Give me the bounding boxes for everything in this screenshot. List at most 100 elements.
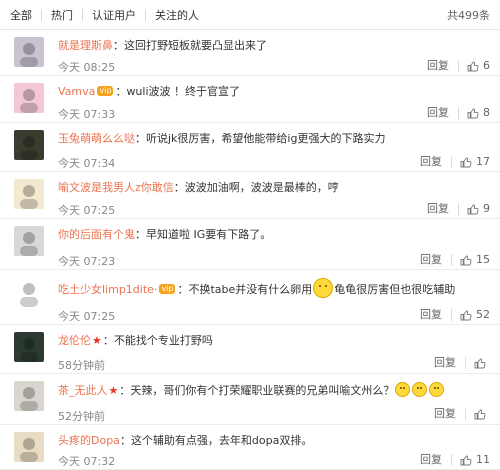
like-count: 15	[476, 253, 490, 266]
reply-button[interactable]: 回复	[434, 357, 466, 369]
avatar[interactable]	[14, 432, 44, 462]
avatar[interactable]	[14, 130, 44, 160]
tab-all[interactable]: 全部	[8, 7, 41, 23]
thumbs-up-icon	[460, 255, 472, 265]
tab-verified-users[interactable]: 认证用户	[83, 7, 145, 23]
comment-text: 波波加油啊，波波是最棒的，哼	[184, 181, 339, 194]
comment-actions: 回复 6	[427, 59, 490, 72]
like-count: 52	[476, 308, 490, 321]
like-button[interactable]: 11	[460, 453, 490, 466]
like-button[interactable]: 8	[467, 106, 490, 119]
like-button[interactable]: 15	[460, 253, 490, 266]
comment-item: 龙伦伦★：不能找个专业打野吗 58分钟前 回复	[0, 326, 500, 374]
comment-text: 不换tabe并没有什么卵用	[188, 283, 313, 296]
emoji-laugh-icon	[395, 382, 411, 397]
comment-username[interactable]: 你的后面有个鬼	[58, 228, 135, 241]
comment-timestamp: 今天 07:32	[58, 455, 116, 468]
comment-text: wuli波波 ！终于官宣了	[126, 85, 241, 98]
avatar[interactable]	[14, 277, 44, 307]
comment-actions: 回复 11	[420, 453, 490, 466]
like-button[interactable]	[474, 357, 490, 369]
comment-line: 喻文波是我男人z你敢信：波波加油啊，波波是最棒的，哼	[58, 180, 490, 196]
avatar[interactable]	[14, 226, 44, 256]
comment-item: Vamva vip ：wuli波波 ！终于官宣了 今天 07:33 回复 8	[0, 77, 500, 123]
avatar[interactable]	[14, 381, 44, 411]
like-button[interactable]: 6	[467, 59, 490, 72]
like-count: 8	[483, 106, 490, 119]
tab-hot[interactable]: 热门	[42, 7, 82, 23]
reply-button[interactable]: 回复	[420, 453, 452, 466]
avatar-image	[20, 89, 38, 113]
comment-username[interactable]: 龙伦伦	[58, 334, 91, 347]
like-count: 6	[483, 59, 490, 72]
comment-item: 茶_无此人★：天辣，哥们你有个打荣耀职业联赛的兄弟叫喻文州么？ 52分钟前 回复	[0, 375, 500, 425]
thumbs-up-icon	[467, 108, 479, 118]
reply-button[interactable]: 回复	[427, 59, 459, 72]
avatar-image	[20, 185, 38, 209]
avatar-image	[20, 136, 38, 160]
reply-button[interactable]: 回复	[427, 106, 459, 119]
like-count: 9	[483, 202, 490, 215]
comment-timestamp: 今天 07:34	[58, 157, 116, 170]
avatar-image	[20, 338, 38, 362]
comment-filter-bar: 全部 热门 认证用户 关注的人 共499条	[0, 0, 500, 30]
comment-line: 吃土少女limp1dite· vip ：不换tabe并没有什么卵用 龟龟很厉害但也很吃…	[58, 278, 490, 298]
comment-username[interactable]: 喻文波是我男人z你敢信	[58, 181, 174, 194]
reply-button[interactable]: 回复	[434, 408, 466, 420]
comment-item: 喻文波是我男人z你敢信：波波加油啊，波波是最棒的，哼 今天 07:25 回复 9	[0, 173, 500, 219]
comment-timestamp: 今天 07:25	[58, 310, 116, 323]
avatar-image	[20, 438, 38, 462]
comment-timestamp: 今天 07:23	[58, 255, 116, 268]
reply-button[interactable]: 回复	[427, 202, 459, 215]
colon-separator: ：	[177, 283, 189, 296]
reply-button[interactable]: 回复	[420, 253, 452, 266]
comment-actions: 回复 9	[427, 202, 490, 215]
comment-timestamp: 今天 07:33	[58, 108, 116, 121]
colon-separator: ：	[113, 39, 124, 52]
comment-text: 不能找个专业打野吗	[113, 334, 213, 347]
star-icon: ★	[108, 384, 119, 397]
colon-separator: ：	[119, 384, 131, 397]
filter-tabs: 全部 热门 认证用户 关注的人	[8, 7, 208, 23]
comment-timestamp: 今天 08:25	[58, 61, 116, 74]
emoji-laugh-icon	[412, 382, 428, 397]
vip-badge-icon: vip	[159, 284, 176, 294]
like-button[interactable]: 9	[467, 202, 490, 215]
comment-line: 你的后面有个鬼：早知道啦 IG要有下路了。	[58, 227, 490, 243]
like-count: 17	[476, 155, 490, 168]
tab-following[interactable]: 关注的人	[146, 7, 208, 23]
comment-username[interactable]: 就是理斯鼻	[58, 39, 113, 52]
thumbs-up-icon	[474, 358, 486, 369]
comment-text: 早知道啦 IG要有下路了。	[146, 228, 272, 241]
comment-username[interactable]: Vamva	[58, 85, 95, 98]
like-count: 11	[476, 453, 490, 466]
comment-username[interactable]: 玉兔萌萌么么哒	[58, 132, 135, 145]
avatar[interactable]	[14, 179, 44, 209]
colon-separator: ：	[135, 228, 146, 241]
comment-username[interactable]: 头疼的Dopa	[58, 434, 120, 447]
avatar-image	[20, 232, 38, 256]
comment-username[interactable]: 吃土少女limp1dite·	[58, 283, 157, 296]
like-button[interactable]: 17	[460, 155, 490, 168]
thumbs-up-icon	[460, 455, 472, 465]
comment-text: 这个辅助有点强，去年和dopa双排。	[130, 434, 313, 447]
thumbs-up-icon	[467, 204, 479, 214]
like-button[interactable]: 52	[460, 308, 490, 321]
reply-button[interactable]: 回复	[420, 308, 452, 321]
comment-item: 吃土少女limp1dite· vip ：不换tabe并没有什么卵用 龟龟很厉害但也很吃…	[0, 271, 500, 325]
colon-separator: ：	[102, 334, 114, 347]
avatar[interactable]	[14, 37, 44, 67]
avatar[interactable]	[14, 83, 44, 113]
avatar[interactable]	[14, 332, 44, 362]
comment-actions: 回复 17	[420, 155, 490, 168]
comment-line: Vamva vip ：wuli波波 ！终于官宣了	[58, 84, 490, 100]
reply-button[interactable]: 回复	[420, 155, 452, 168]
comment-actions: 回复 8	[427, 106, 490, 119]
avatar-image	[20, 283, 38, 307]
comment-text: 天辣，哥们你有个打荣耀职业联赛的兄弟叫喻文州么？	[130, 384, 395, 397]
like-button[interactable]	[474, 408, 490, 420]
comment-timestamp: 52分钟前	[58, 410, 105, 423]
comment-username[interactable]: 茶_无此人	[58, 384, 108, 397]
colon-separator: ：	[119, 434, 131, 447]
comment-line: 龙伦伦★：不能找个专业打野吗	[58, 333, 490, 349]
